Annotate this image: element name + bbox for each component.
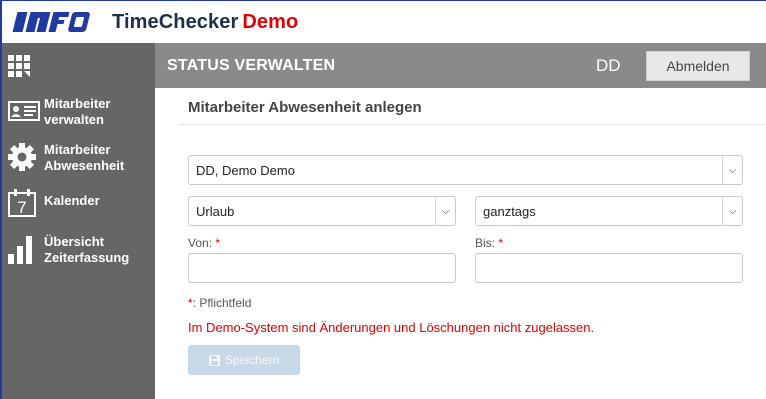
apps-grid-button[interactable] [2,43,155,88]
duration-value: ganztags [483,203,536,219]
sidebar-item-mitarbeiter-verwalten[interactable]: Mitarbeiter verwalten [2,88,155,134]
page-title: STATUS VERWALTEN [167,56,336,74]
absence-type-value: Urlaub [196,203,235,219]
calendar-day: 7 [17,198,26,217]
to-date-input[interactable] [475,253,743,283]
to-label-text: Bis: [475,236,496,250]
sidebar-item-mitarbeiter-abwesenheit[interactable]: Mitarbeiter Abwesenheit [2,134,155,180]
floppy-disk-icon [208,354,220,366]
employee-select[interactable]: DD, Demo Demo ⌵ [188,155,743,185]
sidebar-item-kalender[interactable]: 7 Kalender [2,180,155,226]
logout-button[interactable]: Abmelden [646,51,750,81]
required-marker: * [498,236,504,250]
from-date-input[interactable] [188,253,456,283]
section-divider [179,124,766,125]
save-button-label: Speichern [224,353,280,367]
required-hint: *: Pflichtfeld [188,296,251,310]
user-initials: DD [596,56,621,75]
required-marker: * [215,236,221,250]
app-header: TimeChecker Demo [2,1,766,43]
id-card-icon [8,94,44,128]
sidebar: Mitarbeiter verwalten Mitarbeiter Abwese… [2,43,155,399]
chevron-down-icon: ⌵ [435,197,455,225]
save-button[interactable]: Speichern [188,345,300,375]
to-label: Bis: * [475,236,503,250]
employee-select-value: DD, Demo Demo [196,162,295,178]
sidebar-item-label: Kalender [44,193,100,208]
sidebar-item-label: Mitarbeiter Abwesenheit [44,142,125,173]
app-title-demo: Demo [242,10,299,33]
demo-warning: Im Demo-System sind Änderungen und Lösch… [188,320,595,335]
main-content: Mitarbeiter Abwesenheit anlegen DD, Demo… [155,88,766,399]
apps-grid-icon [8,54,30,77]
info-logo [10,9,102,35]
page-header: STATUS VERWALTEN DD Abmelden [155,43,766,88]
required-hint-text: : Pflichtfeld [192,296,252,310]
chevron-down-icon: ⌵ [722,156,742,184]
app-title: TimeChecker Demo [112,11,298,34]
gear-icon [8,140,44,174]
chevron-down-icon: ⌵ [722,197,742,225]
app-title-text: TimeChecker [112,10,239,33]
sidebar-item-label: Mitarbeiter verwalten [44,96,111,127]
from-label-text: Von: [188,236,213,250]
from-label: Von: * [188,236,220,250]
bar-chart-icon [8,232,44,266]
absence-type-select[interactable]: Urlaub ⌵ [188,196,456,226]
sidebar-item-label: Übersicht Zeiterfassung [44,234,130,265]
duration-select[interactable]: ganztags ⌵ [475,196,743,226]
section-title: Mitarbeiter Abwesenheit anlegen [188,99,422,116]
calendar-icon: 7 [8,186,44,220]
sidebar-item-uebersicht-zeiterfassung[interactable]: Übersicht Zeiterfassung [2,226,155,272]
